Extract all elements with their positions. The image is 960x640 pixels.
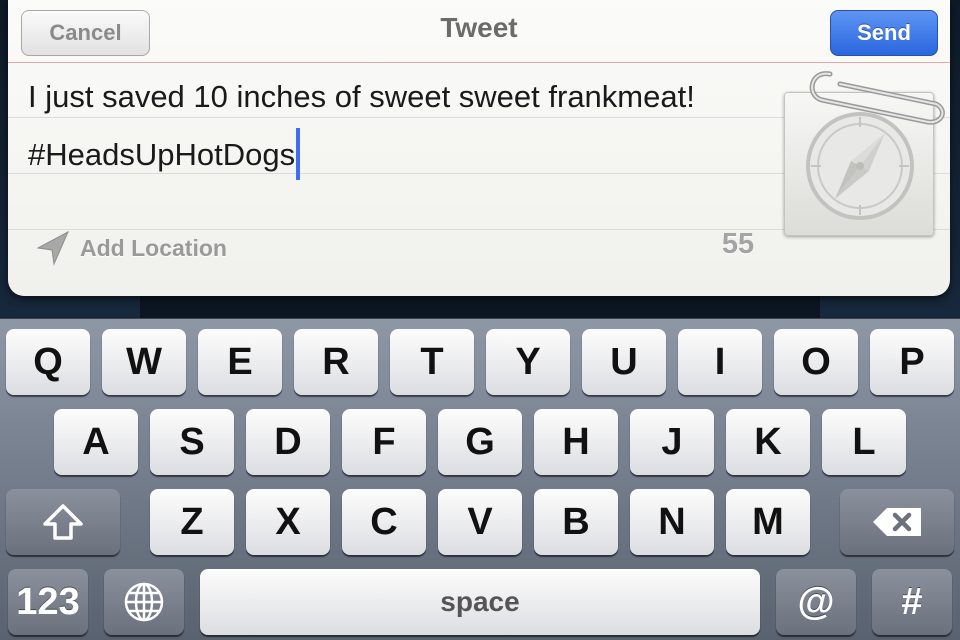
key-c[interactable]: C xyxy=(342,489,426,555)
key-c-label: C xyxy=(370,500,398,543)
key-k[interactable]: K xyxy=(726,409,810,475)
key-u[interactable]: U xyxy=(582,329,666,395)
key-v-label: V xyxy=(467,500,493,543)
key-d-label: D xyxy=(274,420,302,463)
key-o[interactable]: O xyxy=(774,329,858,395)
key-r-label: R xyxy=(322,340,350,383)
key-t[interactable]: T xyxy=(390,329,474,395)
shift-icon xyxy=(43,504,83,540)
key-z[interactable]: Z xyxy=(150,489,234,555)
key-u-label: U xyxy=(610,340,638,383)
tweet-text-area[interactable]: I just saved 10 inches of sweet sweet fr… xyxy=(28,68,788,184)
key-p[interactable]: P xyxy=(870,329,954,395)
sheet-title: Tweet xyxy=(440,12,518,43)
key-q-label: Q xyxy=(33,340,63,383)
key-z-label: Z xyxy=(180,500,204,543)
add-location-button[interactable]: Add Location xyxy=(34,228,227,268)
key-f-label: F xyxy=(372,420,396,463)
key-w[interactable]: W xyxy=(102,329,186,395)
key-y-label: Y xyxy=(515,340,541,383)
key-g[interactable]: G xyxy=(438,409,522,475)
hash-key[interactable]: # xyxy=(872,569,952,635)
key-f[interactable]: F xyxy=(342,409,426,475)
send-button[interactable]: Send xyxy=(830,10,938,56)
globe-key[interactable] xyxy=(104,569,184,635)
space-key[interactable]: space xyxy=(200,569,760,635)
background-strip xyxy=(140,296,820,320)
delete-key[interactable] xyxy=(840,489,954,555)
space-key-label: space xyxy=(440,586,520,617)
key-j-label: J xyxy=(661,420,683,463)
keyboard: Q W E R T Y U I O P A S D F G H J K L Z X C V B N M 123 space @ # xyxy=(0,318,960,640)
tweet-text-line: I just saved 10 inches of sweet sweet fr… xyxy=(28,79,695,114)
key-l-label: L xyxy=(852,420,876,463)
at-key-label: @ xyxy=(797,580,835,623)
key-r[interactable]: R xyxy=(294,329,378,395)
key-o-label: O xyxy=(801,340,831,383)
location-arrow-icon xyxy=(36,230,70,266)
globe-icon xyxy=(124,582,164,622)
key-n[interactable]: N xyxy=(630,489,714,555)
key-m-label: M xyxy=(752,500,784,543)
key-p-label: P xyxy=(899,340,925,383)
character-count: 55 xyxy=(721,228,755,260)
key-g-label: G xyxy=(465,420,495,463)
tweet-text-line-2: #HeadsUpHotDogs xyxy=(28,126,788,184)
key-a-label: A xyxy=(82,420,110,463)
key-v[interactable]: V xyxy=(438,489,522,555)
text-cursor xyxy=(296,127,301,180)
numbers-key-label: 123 xyxy=(16,580,80,623)
key-q[interactable]: Q xyxy=(6,329,90,395)
key-b[interactable]: B xyxy=(534,489,618,555)
key-k-label: K xyxy=(754,420,782,463)
add-location-label: Add Location xyxy=(80,234,227,261)
key-e[interactable]: E xyxy=(198,329,282,395)
key-i[interactable]: I xyxy=(678,329,762,395)
key-j[interactable]: J xyxy=(630,409,714,475)
key-a[interactable]: A xyxy=(54,409,138,475)
key-s[interactable]: S xyxy=(150,409,234,475)
key-x[interactable]: X xyxy=(246,489,330,555)
key-s-label: S xyxy=(179,420,205,463)
key-n-label: N xyxy=(658,500,686,543)
key-x-label: X xyxy=(275,500,301,543)
key-h[interactable]: H xyxy=(534,409,618,475)
key-i-label: I xyxy=(714,340,726,383)
key-l[interactable]: L xyxy=(822,409,906,475)
delete-icon xyxy=(873,508,921,536)
key-e-label: E xyxy=(227,340,253,383)
hash-key-label: # xyxy=(901,580,923,623)
key-d[interactable]: D xyxy=(246,409,330,475)
key-y[interactable]: Y xyxy=(486,329,570,395)
key-m[interactable]: M xyxy=(726,489,810,555)
at-key[interactable]: @ xyxy=(776,569,856,635)
key-w-label: W xyxy=(126,340,162,383)
shift-key[interactable] xyxy=(6,489,120,555)
key-h-label: H xyxy=(562,420,590,463)
numbers-key[interactable]: 123 xyxy=(8,569,88,635)
key-t-label: T xyxy=(420,340,444,383)
key-b-label: B xyxy=(562,500,590,543)
hashtag-text: #HeadsUpHotDogs xyxy=(28,137,296,172)
paperclip-icon xyxy=(809,71,945,125)
